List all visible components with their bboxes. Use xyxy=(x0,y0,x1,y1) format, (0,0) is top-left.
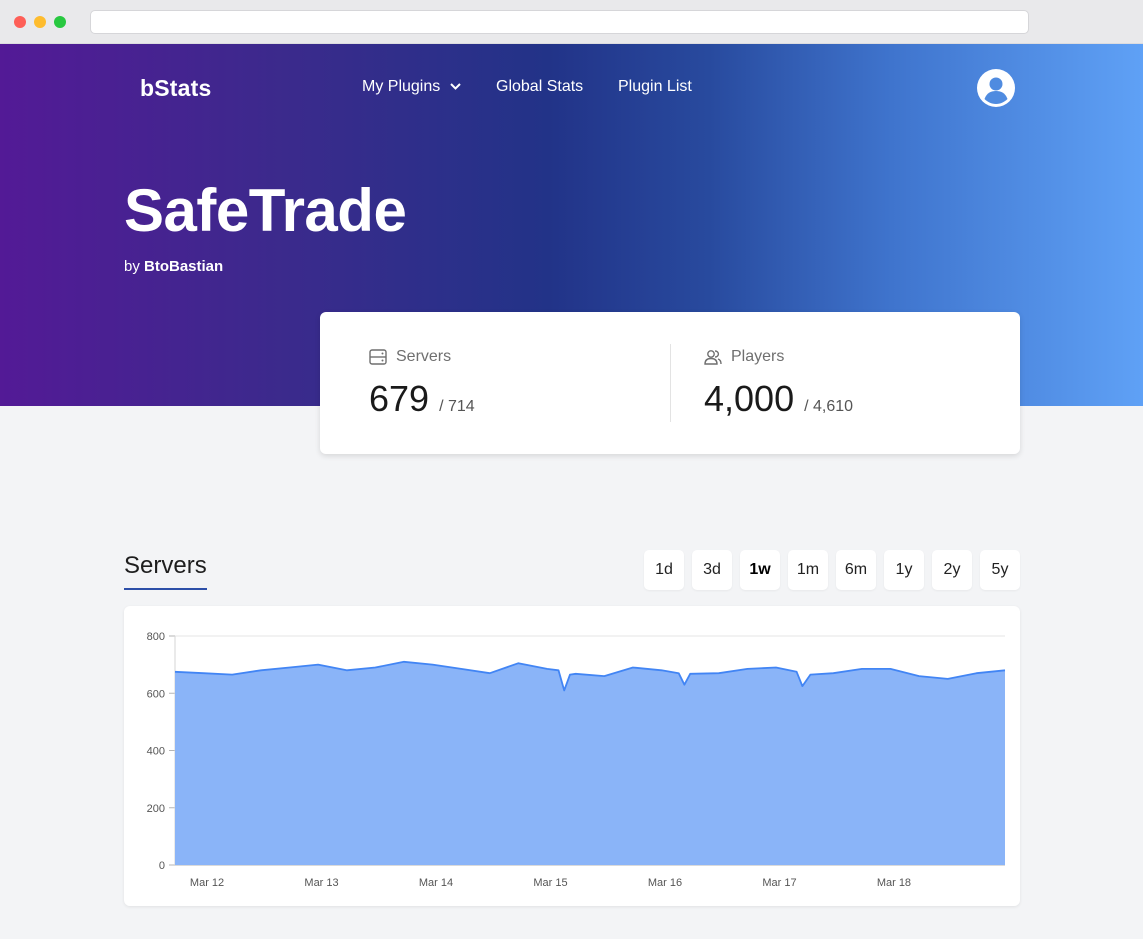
range-button-1m[interactable]: 1m xyxy=(788,550,828,590)
x-tick-label: Mar 12 xyxy=(190,877,224,889)
plugin-author-line: by BtoBastian xyxy=(124,258,223,275)
servers-label: Servers xyxy=(396,348,452,365)
range-button-3d[interactable]: 3d xyxy=(692,550,732,590)
servers-stat: Servers 679 / 714 xyxy=(369,348,475,420)
x-tick-label: Mar 15 xyxy=(533,877,567,889)
nav-my-plugins[interactable]: My Plugins xyxy=(362,78,461,96)
author-name[interactable]: BtoBastian xyxy=(144,258,223,275)
players-max: / 4,610 xyxy=(804,398,854,415)
nav-plugin-list[interactable]: Plugin List xyxy=(618,78,692,96)
chart-section-title: Servers xyxy=(124,552,207,590)
servers-chart-card: 0 200 400 600 800 Mar 12 Mar 13 Mar 14 Mar 15 Mar… xyxy=(124,606,1020,906)
players-stat: Players 4,000 / 4,610 xyxy=(704,348,853,420)
y-tick-label: 0 xyxy=(159,860,165,872)
players-icon xyxy=(704,350,722,365)
players-count: 4,000 xyxy=(704,378,795,419)
maximize-window-dot[interactable] xyxy=(54,16,66,28)
range-button-1y[interactable]: 1y xyxy=(884,550,924,590)
y-tick-label: 400 xyxy=(147,746,165,758)
browser-chrome xyxy=(0,0,1143,44)
time-range-selector: 1d 3d 1w 1m 6m 1y 2y 5y xyxy=(644,550,1020,590)
account-icon[interactable] xyxy=(977,69,1015,107)
server-icon xyxy=(369,349,387,365)
plugin-title: SafeTrade xyxy=(124,177,407,244)
by-prefix: by xyxy=(124,258,140,275)
x-tick-label: Mar 14 xyxy=(419,877,453,889)
stats-card: Servers 679 / 714 Players 4,000 / 4,610 xyxy=(320,312,1020,454)
close-window-dot[interactable] xyxy=(14,16,26,28)
y-tick-label: 600 xyxy=(147,688,165,700)
range-button-1w[interactable]: 1w xyxy=(740,550,780,590)
x-tick-label: Mar 13 xyxy=(304,877,338,889)
range-button-1d[interactable]: 1d xyxy=(644,550,684,590)
range-button-6m[interactable]: 6m xyxy=(836,550,876,590)
nav-my-plugins-label: My Plugins xyxy=(362,78,441,95)
nav-global-stats[interactable]: Global Stats xyxy=(496,78,583,96)
range-button-2y[interactable]: 2y xyxy=(932,550,972,590)
y-tick-label: 800 xyxy=(147,631,165,643)
brand-logo[interactable]: bStats xyxy=(140,75,212,102)
servers-max: / 714 xyxy=(439,398,475,415)
stats-divider xyxy=(670,344,671,422)
range-button-5y[interactable]: 5y xyxy=(980,550,1020,590)
servers-chart[interactable]: 0 200 400 600 800 Mar 12 Mar 13 Mar 14 Mar 15 Mar… xyxy=(124,606,1020,906)
address-bar[interactable] xyxy=(90,10,1029,34)
servers-area xyxy=(175,661,1005,865)
x-tick-label: Mar 18 xyxy=(877,877,911,889)
players-label: Players xyxy=(731,348,785,365)
minimize-window-dot[interactable] xyxy=(34,16,46,28)
x-tick-label: Mar 17 xyxy=(762,877,796,889)
y-tick-label: 200 xyxy=(147,803,165,815)
x-tick-label: Mar 16 xyxy=(648,877,682,889)
servers-count: 679 xyxy=(369,378,430,419)
chevron-down-icon xyxy=(450,83,461,90)
